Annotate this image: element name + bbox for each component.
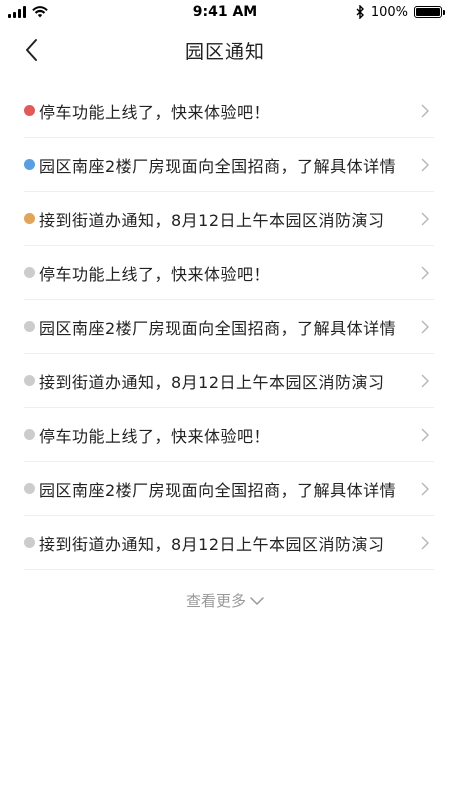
signal-icon — [8, 6, 26, 18]
notice-text: 园区南座2楼厂房现面向全国招商，了解具体详情 — [39, 156, 397, 176]
notice-item[interactable]: 接到街道办通知，8月12日上午本园区消防演习 — [24, 516, 434, 570]
page-title: 园区通知 — [184, 40, 265, 63]
status-dot — [24, 267, 35, 278]
load-more-label: 查看更多 — [185, 592, 246, 610]
back-button[interactable] — [18, 36, 46, 64]
chevron-right-icon — [421, 374, 429, 387]
status-dot — [24, 483, 35, 494]
battery-fill — [416, 8, 440, 16]
chevron-down-icon — [250, 596, 264, 605]
battery-icon — [414, 6, 445, 18]
chevron-right-icon — [421, 320, 429, 333]
status-left — [8, 6, 48, 18]
notice-text: 园区南座2楼厂房现面向全国招商，了解具体详情 — [39, 318, 397, 338]
status-dot — [24, 159, 35, 170]
wifi-icon — [32, 6, 48, 18]
notice-item[interactable]: 接到街道办通知，8月12日上午本园区消防演习 — [24, 354, 434, 408]
notice-text: 停车功能上线了，快来体验吧！ — [39, 264, 271, 284]
status-dot — [24, 213, 35, 224]
bluetooth-icon — [356, 5, 364, 19]
chevron-left-icon — [26, 39, 37, 61]
notice-text: 园区南座2楼厂房现面向全国招商，了解具体详情 — [39, 480, 397, 500]
status-bar: 9:41 AM 100% — [0, 0, 450, 24]
notice-text: 接到街道办通知，8月12日上午本园区消防演习 — [39, 372, 385, 392]
notice-item[interactable]: 园区南座2楼厂房现面向全国招商，了解具体详情 — [24, 300, 434, 354]
status-dot — [24, 375, 35, 386]
chevron-right-icon — [421, 212, 429, 225]
notice-item[interactable]: 停车功能上线了，快来体验吧！ — [24, 408, 434, 462]
status-dot — [24, 105, 35, 116]
load-more-button[interactable]: 查看更多 — [0, 590, 450, 611]
chevron-right-icon — [421, 158, 429, 171]
status-right: 100% — [356, 4, 445, 20]
notice-text: 接到街道办通知，8月12日上午本园区消防演习 — [39, 534, 385, 554]
battery-percent: 100% — [370, 4, 408, 20]
notice-text: 接到街道办通知，8月12日上午本园区消防演习 — [39, 210, 385, 230]
chevron-right-icon — [421, 482, 429, 495]
status-dot — [24, 429, 35, 440]
chevron-right-icon — [421, 428, 429, 441]
status-dot — [24, 537, 35, 548]
notice-list: 停车功能上线了，快来体验吧！ 园区南座2楼厂房现面向全国招商，了解具体详情 接到街道… — [24, 84, 434, 570]
nav-bar: 园区通知 — [0, 26, 450, 74]
notice-item[interactable]: 接到街道办通知，8月12日上午本园区消防演习 — [24, 192, 434, 246]
notice-item[interactable]: 停车功能上线了，快来体验吧！ — [24, 246, 434, 300]
chevron-right-icon — [421, 266, 429, 279]
notice-text: 停车功能上线了，快来体验吧！ — [39, 102, 271, 122]
chevron-right-icon — [421, 104, 429, 117]
notice-item[interactable]: 园区南座2楼厂房现面向全国招商，了解具体详情 — [24, 138, 434, 192]
notice-text: 停车功能上线了，快来体验吧！ — [39, 426, 271, 446]
notice-item[interactable]: 园区南座2楼厂房现面向全国招商，了解具体详情 — [24, 462, 434, 516]
chevron-right-icon — [421, 536, 429, 549]
status-dot — [24, 321, 35, 332]
notice-item[interactable]: 停车功能上线了，快来体验吧！ — [24, 84, 434, 138]
